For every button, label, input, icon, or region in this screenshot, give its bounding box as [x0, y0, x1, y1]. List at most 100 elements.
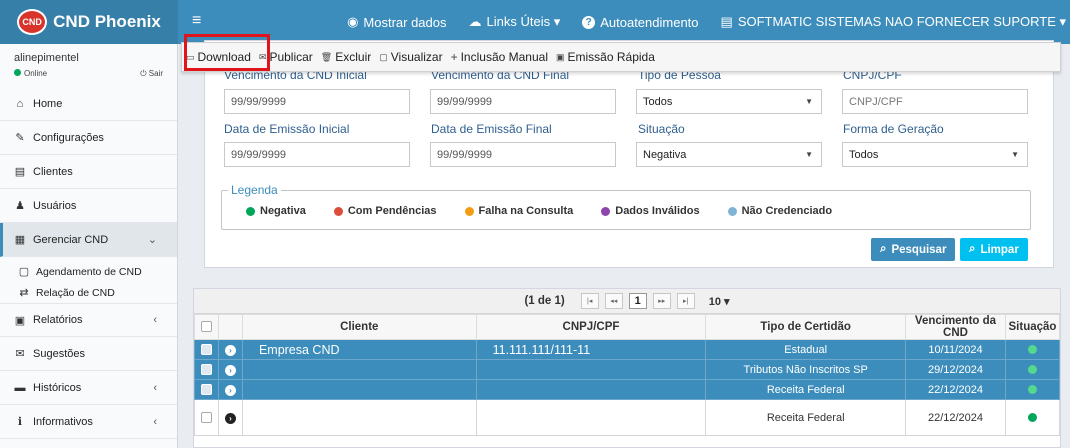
app-window: CND CND Phoenix ≡ ◉ Mostrar dados ☁ Link…	[0, 0, 1070, 448]
sidebar-item-sugestoes[interactable]: ✉ Sugestões	[0, 337, 177, 371]
manual-add-button[interactable]: + Inclusão Manual	[447, 50, 552, 64]
row-expand-cell[interactable]: ›	[217, 359, 243, 380]
sidebar-item-informativos[interactable]: ℹ Informativos ‹	[0, 405, 177, 439]
table-row[interactable]: › Tributos Não Inscritos SP 29/12/2024	[194, 359, 1061, 380]
cnpj-cell	[475, 399, 707, 436]
search-button[interactable]: ⌕ Pesquisar	[871, 238, 956, 261]
self-service-link[interactable]: ? Autoatendimento	[582, 14, 699, 30]
menu-toggle-icon[interactable]: ≡	[192, 12, 201, 30]
sidebar-item-label: Informativos	[33, 415, 93, 428]
table-header-row: Cliente CNPJ/CPF Tipo de Certidão Vencim…	[194, 314, 1061, 340]
prev-page-icon[interactable]: ◂◂	[604, 293, 623, 309]
show-data-label: Mostrar dados	[363, 14, 447, 30]
status-dot-icon	[1027, 413, 1037, 423]
status-dot-icon	[246, 206, 255, 216]
quick-issue-button[interactable]: ▣ Emissão Rápida	[552, 50, 659, 64]
row-select-cell[interactable]	[194, 359, 219, 380]
page-number[interactable]: 1	[628, 293, 647, 309]
row-expand-cell[interactable]: ›	[217, 379, 243, 400]
row-checkbox[interactable]	[200, 412, 212, 424]
select-all-cell[interactable]	[194, 314, 219, 340]
issue-date-end-input[interactable]: 99/99/9999	[430, 142, 616, 167]
sidebar-item-configuracoes[interactable]: ✎ Configurações	[0, 121, 177, 155]
search-icon: ⌕	[880, 243, 887, 255]
column-header[interactable]: CNPJ/CPF	[475, 314, 707, 340]
company-dropdown[interactable]: ▤ SOFTMATIC SISTEMAS NAO FORNECER SUPORT…	[721, 14, 1066, 30]
chevron-left-icon: ‹	[153, 415, 157, 428]
delete-button[interactable]: 🗑 Excluir	[317, 50, 375, 64]
sidebar-item-gerenciar-cnd[interactable]: ▦ Gerenciar CND ⌄	[0, 223, 177, 257]
sidebar-item-label: Sugestões	[33, 347, 85, 360]
sidebar-item-label: Clientes	[33, 165, 73, 178]
legend-label: Dados Inválidos	[615, 205, 700, 217]
history-icon: ▬	[14, 381, 26, 394]
last-page-icon[interactable]: ▸|	[676, 293, 695, 309]
sidebar-item-clientes[interactable]: ▤ Clientes	[0, 155, 177, 189]
view-label: Visualizar	[390, 50, 443, 64]
column-header[interactable]: Cliente	[241, 314, 477, 340]
table-row[interactable]: › Empresa CND 11.111.111/111-11 Estadual…	[194, 339, 1061, 360]
sidebar-item-usuarios[interactable]: ♟ Usuários	[0, 189, 177, 223]
row-select-cell[interactable]	[194, 399, 219, 436]
row-checkbox[interactable]	[200, 344, 212, 356]
row-select-cell[interactable]	[194, 379, 219, 400]
page-size-select[interactable]: 10 ▾	[709, 295, 730, 308]
expand-row-icon[interactable]: ›	[224, 384, 236, 396]
subitem-agendamento[interactable]: ▢ Agendamento de CND	[0, 261, 177, 282]
sidebar-item-home[interactable]: ⌂ Home	[0, 87, 177, 121]
view-button[interactable]: ▢ Visualizar	[375, 50, 446, 64]
first-page-icon[interactable]: |◂	[580, 293, 599, 309]
table-row[interactable]: › Receita Federal 22/12/2024	[194, 379, 1061, 400]
row-expand-cell[interactable]: ›	[217, 339, 243, 360]
select-all-checkbox[interactable]	[200, 321, 212, 333]
expand-row-icon[interactable]: ›	[224, 364, 236, 376]
publish-label: Publicar	[269, 50, 313, 64]
generation-form-select[interactable]: Todos ▼	[842, 142, 1028, 167]
column-header[interactable]: Vencimento da CND	[905, 314, 1006, 340]
self-service-label: Autoatendimento	[600, 14, 699, 30]
legend-box: Legenda Negativa Com Pendências Falha na…	[221, 183, 1031, 230]
logout-link[interactable]: ⏻ Sair	[140, 69, 163, 79]
situation-select[interactable]: Negativa ▼	[636, 142, 822, 167]
cnd-due-end-input[interactable]: 99/99/9999	[430, 89, 616, 114]
download-highlight-box	[184, 34, 270, 71]
cnpj-cpf-input[interactable]: CNPJ/CPF	[842, 89, 1028, 114]
issue-date-start-input[interactable]: 99/99/9999	[224, 142, 410, 167]
next-page-icon[interactable]: ▸▸	[652, 293, 671, 309]
person-type-select[interactable]: Todos ▼	[636, 89, 822, 114]
chat-icon: ✉	[15, 348, 25, 360]
sidebar-item-historicos[interactable]: ▬ Históricos ‹	[0, 371, 177, 405]
row-select-cell[interactable]	[194, 339, 219, 360]
cert-type-cell: Receita Federal	[705, 399, 907, 436]
column-header[interactable]: Situação	[1004, 314, 1061, 340]
legend-label: Com Pendências	[347, 205, 437, 217]
row-checkbox[interactable]	[200, 384, 212, 396]
useful-links-dropdown[interactable]: ☁ Links Úteis ▾	[469, 14, 561, 30]
expand-header	[217, 314, 243, 340]
caret-down-icon: ▼	[805, 150, 813, 159]
situation-value: Negativa	[643, 148, 687, 161]
expand-row-icon[interactable]: ›	[224, 412, 236, 424]
subitem-relacao[interactable]: ⇄ Relação de CND	[0, 282, 177, 303]
filter-label: Data de Emissão Final	[431, 122, 552, 136]
app-logo[interactable]: CND CND Phoenix	[0, 0, 178, 44]
filter-label: Data de Emissão Inicial	[224, 122, 350, 136]
cnd-due-start-input[interactable]: 99/99/9999	[224, 89, 410, 114]
row-expand-cell[interactable]: ›	[217, 399, 243, 436]
calendar-icon: ▦	[14, 234, 26, 246]
username: alinepimentel	[14, 52, 79, 64]
bolt-icon: ▣	[555, 51, 565, 62]
search-button-label: Pesquisar	[891, 243, 947, 256]
row-checkbox[interactable]	[200, 364, 212, 376]
table-row[interactable]: › Receita Federal 22/12/2024	[194, 399, 1061, 436]
show-data-link[interactable]: ◉ Mostrar dados	[347, 14, 446, 30]
sidebar-item-relatorios[interactable]: ▣ Relatórios ‹	[0, 303, 177, 337]
column-header[interactable]: Tipo de Certidão	[705, 314, 907, 340]
clear-button[interactable]: ⌕ Limpar	[960, 238, 1028, 261]
expand-row-icon[interactable]: ›	[224, 344, 236, 356]
client-cell	[241, 379, 477, 400]
due-date-cell: 10/11/2024	[905, 339, 1006, 360]
cert-type-cell: Receita Federal	[705, 379, 907, 400]
app-title: CND Phoenix	[53, 12, 161, 31]
user-panel: alinepimentel Online ⏻ Sair	[0, 44, 177, 87]
